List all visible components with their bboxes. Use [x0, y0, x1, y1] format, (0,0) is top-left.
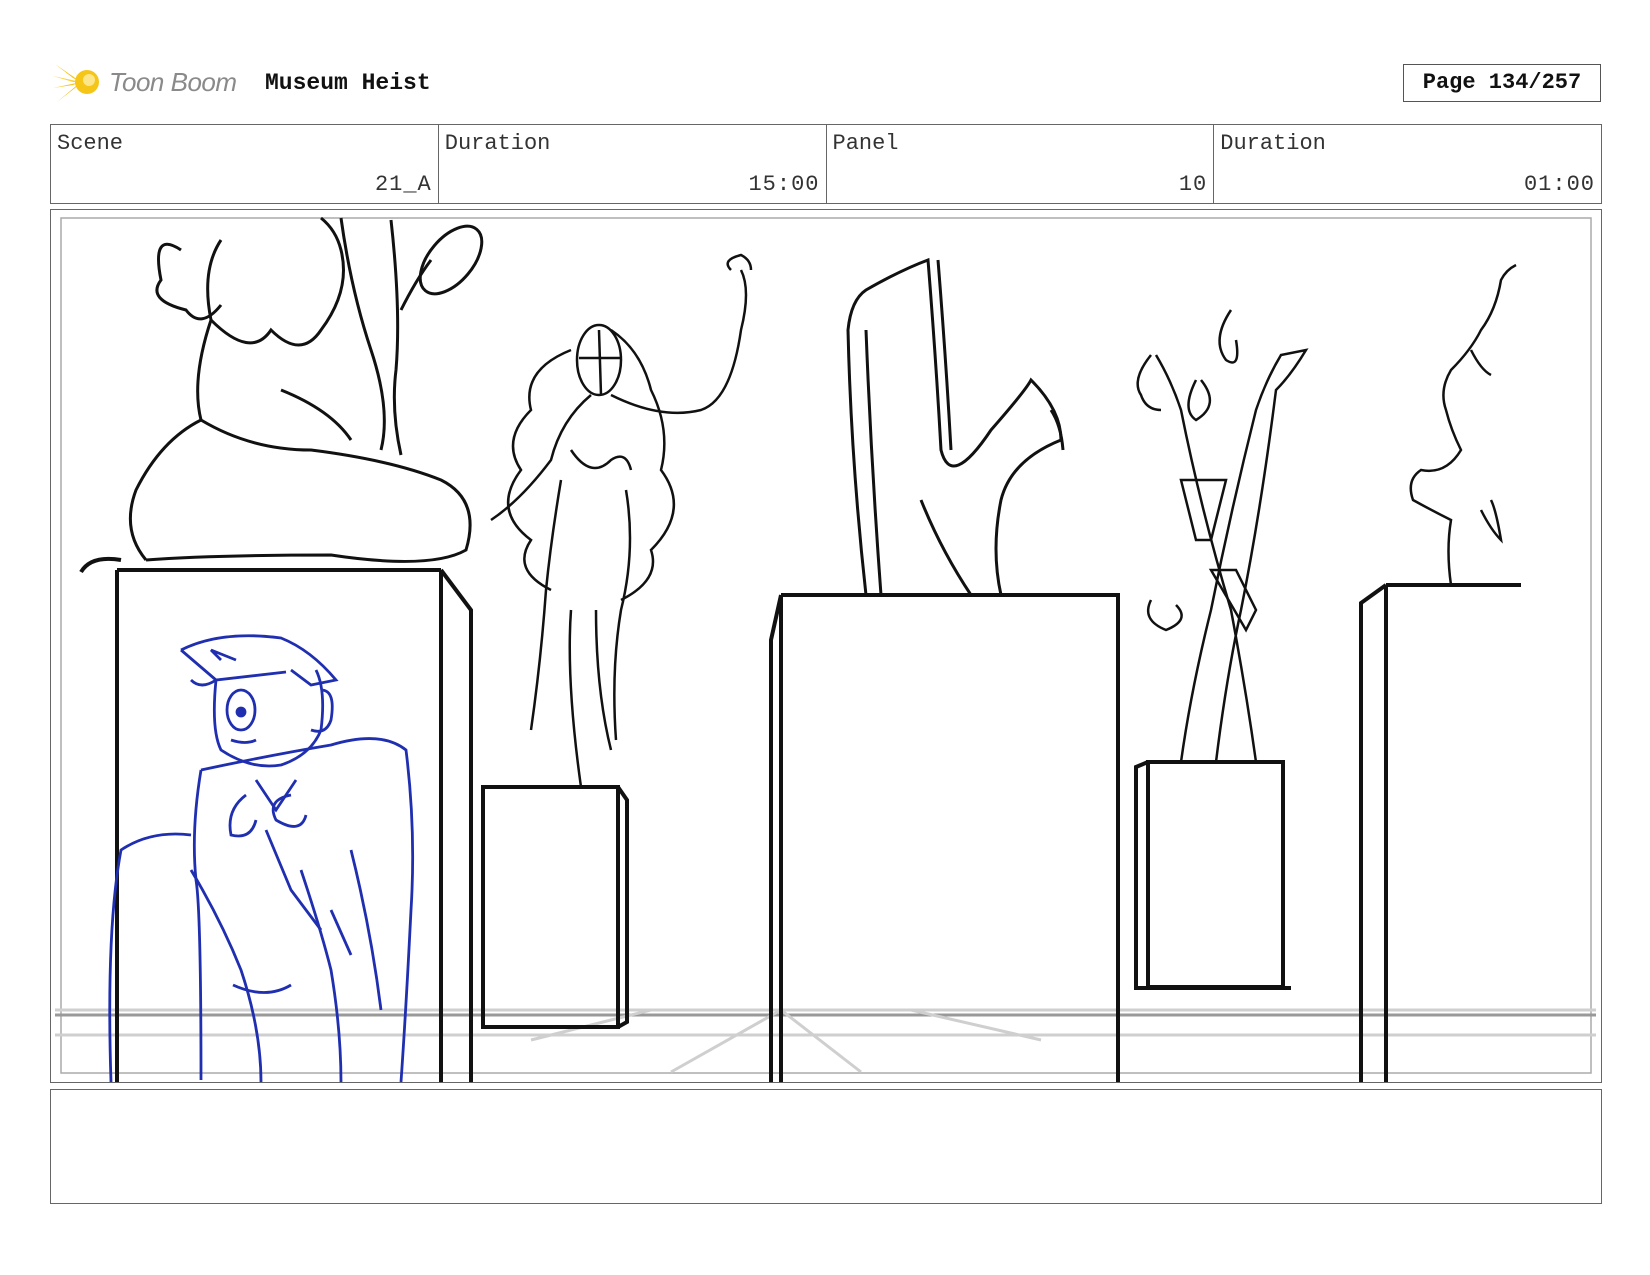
storyboard-header: Toon Boom Museum Heist: [53, 58, 1603, 106]
floor-perspective-guides: [55, 1008, 1596, 1074]
statue-far-right: [1409, 263, 1517, 586]
scene-label: Scene: [57, 131, 124, 156]
scene-cell: Scene 21_A: [51, 125, 439, 203]
panel-label: Panel: [832, 131, 899, 156]
panel-duration-label: Duration: [1220, 131, 1326, 156]
project-title: Museum Heist: [265, 70, 431, 96]
panel-cell: Panel 10: [827, 125, 1215, 203]
scene-duration-value: 15:00: [748, 172, 820, 197]
starburst-icon: [53, 60, 99, 102]
statue-woman: [490, 253, 753, 788]
pedestal-far-right: [1359, 583, 1521, 1082]
scene-duration-label: Duration: [444, 131, 551, 156]
statue-left-figure: [128, 216, 484, 563]
scene-info-row: Scene 21_A Duration 15:00 Panel 10 Durat…: [50, 124, 1602, 204]
panel-value: 10: [1178, 172, 1208, 197]
panel-sketch: [55, 216, 1596, 1082]
statue-abstract: [846, 257, 1065, 596]
scene-value: 21_A: [374, 172, 432, 197]
statue-crossed: [1136, 309, 1309, 763]
toon-boom-logo: Toon Boom: [53, 58, 253, 106]
pedestal-right-small: [1134, 760, 1291, 990]
page-indicator: Page 134/257: [1403, 64, 1601, 102]
pedestal-middle-small: [481, 785, 629, 1029]
logo-wordmark: Toon Boom: [109, 67, 237, 97]
panel-notes[interactable]: [50, 1089, 1602, 1204]
panel-duration-value: 01:00: [1523, 172, 1595, 197]
panel-duration-cell: Duration 01:00: [1214, 125, 1601, 203]
scene-duration-cell: Duration 15:00: [439, 125, 827, 203]
storyboard-panel: [50, 209, 1602, 1083]
